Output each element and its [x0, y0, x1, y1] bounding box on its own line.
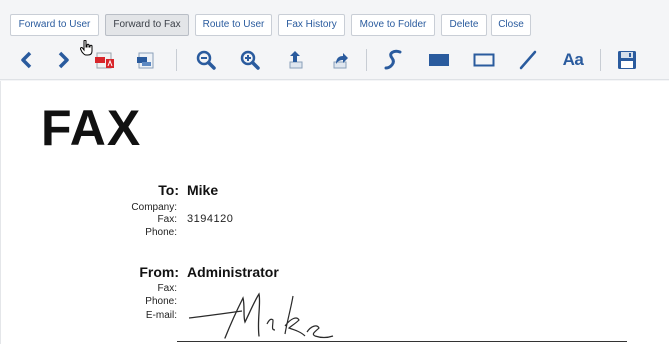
from-fax-label: Fax:	[157, 283, 177, 294]
fax-heading: FAX	[41, 100, 142, 156]
zoom-in-icon[interactable]	[237, 48, 263, 72]
from-phone-label: Phone:	[145, 296, 177, 307]
text-tool-label: Aa	[562, 50, 584, 69]
line-icon[interactable]	[515, 48, 541, 72]
prev-page-icon[interactable]	[14, 48, 40, 72]
forward-to-user-button[interactable]: Forward to User	[10, 14, 99, 36]
filled-rectangle-icon[interactable]	[426, 48, 452, 72]
from-name: Administrator	[187, 264, 279, 280]
zoom-out-icon[interactable]	[193, 48, 219, 72]
to-label: To:	[158, 182, 179, 198]
fax-document-viewer[interactable]: FAX To: Mike Company: Fax: 3194120 Phone…	[0, 81, 669, 344]
rotate-right-icon[interactable]	[327, 48, 353, 72]
from-email-label: E-mail:	[145, 310, 177, 321]
hand-cursor-icon	[79, 39, 94, 61]
to-name: Mike	[187, 182, 219, 198]
save-icon[interactable]	[614, 48, 640, 72]
close-button[interactable]: Close	[491, 14, 531, 36]
tiff-icon[interactable]	[133, 48, 159, 72]
rotate-left-icon[interactable]	[283, 48, 309, 72]
toolbar-separator	[366, 49, 367, 71]
fax-history-button[interactable]: Fax History	[278, 14, 345, 36]
text-tool-icon[interactable]: Aa	[558, 48, 588, 72]
to-phone-label: Phone:	[145, 227, 177, 238]
to-company-label: Company:	[131, 202, 177, 213]
pdf-icon[interactable]	[92, 48, 118, 72]
command-bar: Forward to User Forward to Fax Route to …	[0, 0, 669, 40]
next-page-icon[interactable]	[50, 48, 76, 72]
to-fax-value: 3194120	[187, 213, 234, 225]
to-fax-label: Fax:	[157, 214, 177, 225]
route-to-user-button[interactable]: Route to User	[195, 14, 272, 36]
forward-to-fax-button[interactable]: Forward to Fax	[105, 14, 189, 36]
signature-line	[177, 341, 627, 342]
from-label: From:	[139, 264, 179, 280]
move-to-folder-button[interactable]: Move to Folder	[351, 14, 435, 36]
handwritten-signature	[187, 286, 357, 344]
toolbar-separator	[600, 49, 601, 71]
freehand-draw-icon[interactable]	[381, 48, 407, 72]
toolbar-separator	[176, 49, 177, 71]
delete-button[interactable]: Delete	[441, 14, 487, 36]
annotation-toolbar: Aa	[0, 40, 669, 80]
rectangle-icon[interactable]	[471, 48, 497, 72]
